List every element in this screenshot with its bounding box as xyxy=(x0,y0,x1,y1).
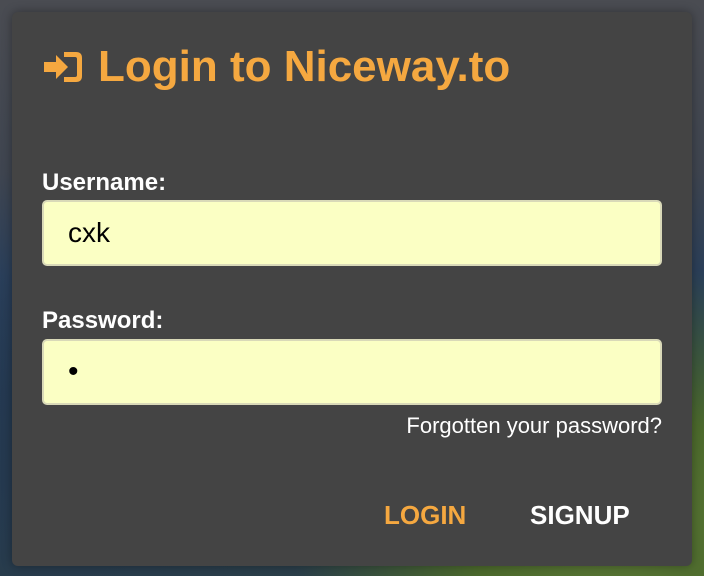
forgot-password-link[interactable]: Forgotten your password? xyxy=(406,413,662,439)
username-label: Username: xyxy=(42,169,167,196)
username-input[interactable] xyxy=(42,200,662,266)
password-label: Password: xyxy=(42,307,164,334)
login-dialog: Login to Niceway.to Username: Password: … xyxy=(12,12,692,566)
login-button[interactable]: LOGIN xyxy=(374,496,476,535)
password-input[interactable] xyxy=(42,339,662,405)
sign-in-icon xyxy=(42,49,84,85)
signup-button[interactable]: SIGNUP xyxy=(520,496,640,535)
dialog-title-text: Login to Niceway.to xyxy=(98,42,511,91)
dialog-title: Login to Niceway.to xyxy=(42,42,510,92)
